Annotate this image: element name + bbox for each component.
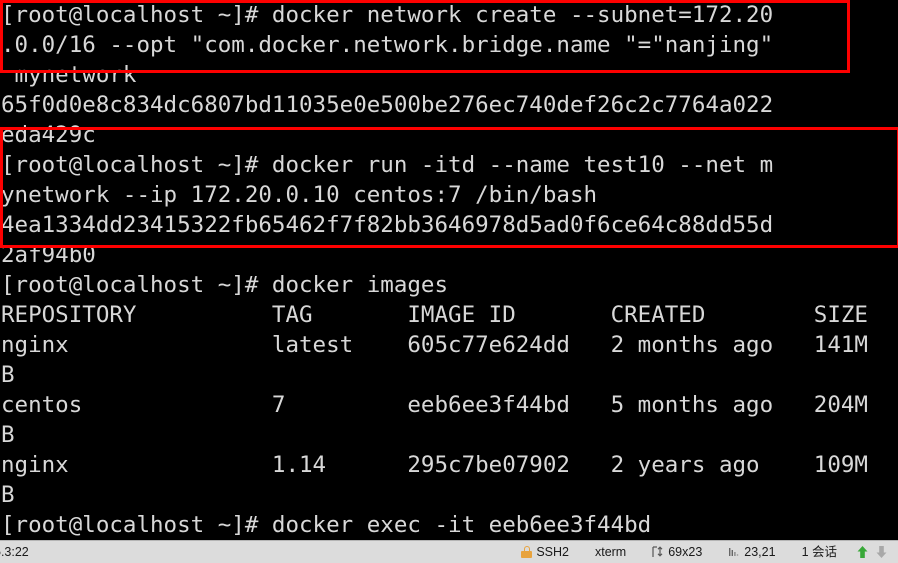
status-protocol-label: SSH2 (536, 544, 569, 559)
status-session-count[interactable]: 1 会话 (789, 546, 850, 559)
terminal-line: 4ea1334dd23415322fb65462f7f82bb3646978d5… (1, 212, 774, 238)
status-screen-size[interactable]: 69x23 (639, 546, 715, 559)
status-bar: 5.3:22 SSH2 xterm (0, 540, 898, 563)
download-arrow-icon (875, 545, 888, 559)
status-screen-size-label: 69x23 (668, 544, 703, 559)
status-cursor-position[interactable]: 23,21 (715, 546, 788, 559)
upload-arrow-icon (856, 545, 869, 559)
terminal-line: B (1, 362, 15, 388)
terminal-line: [root@localhost ~]# docker exec -it eeb6… (1, 512, 652, 538)
screen-size-icon (652, 546, 664, 558)
lock-icon (521, 546, 533, 558)
terminal-output-area[interactable]: [root@localhost ~]# docker network creat… (0, 0, 898, 540)
status-protocol[interactable]: SSH2 (508, 546, 582, 559)
status-transfer-indicators[interactable] (850, 545, 892, 559)
terminal-line: [root@localhost ~]# docker network creat… (1, 2, 774, 28)
terminal-line: 2af94b0 (1, 242, 96, 268)
terminal-line: mynetwork (1, 62, 137, 88)
status-terminal-type-label: xterm (594, 544, 627, 559)
terminal-window: [root@localhost ~]# docker network creat… (0, 0, 898, 563)
status-session-count-label: 1 会话 (801, 544, 837, 559)
terminal-line: 65f0d0e8c834dc6807bd11035e0e500be276ec74… (1, 92, 774, 118)
status-terminal-type[interactable]: xterm (582, 546, 639, 559)
status-bar-right-group: SSH2 xterm 69x23 23,21 1 会话 (508, 545, 898, 559)
terminal-line: ynetwork --ip 172.20.0.10 centos:7 /bin/… (1, 182, 598, 208)
terminal-line: nginx latest 605c77e624dd 2 months ago 1… (1, 332, 868, 358)
status-cursor-position-label: 23,21 (744, 544, 776, 559)
terminal-line: [root@localhost ~]# docker images (1, 272, 449, 298)
terminal-line: eda429c (1, 122, 96, 148)
status-connection-address: 5.3:22 (0, 545, 29, 559)
terminal-line: .0.0/16 --opt "com.docker.network.bridge… (1, 32, 774, 58)
terminal-line: B (1, 482, 15, 508)
terminal-line: [root@localhost ~]# docker run -itd --na… (1, 152, 774, 178)
terminal-line: nginx 1.14 295c7be07902 2 years ago 109M (1, 452, 868, 478)
terminal-line: REPOSITORY TAG IMAGE ID CREATED SIZE (1, 302, 868, 328)
terminal-line: B (1, 422, 15, 448)
cursor-position-icon (728, 546, 740, 558)
terminal-line: centos 7 eeb6ee3f44bd 5 months ago 204M (1, 392, 868, 418)
